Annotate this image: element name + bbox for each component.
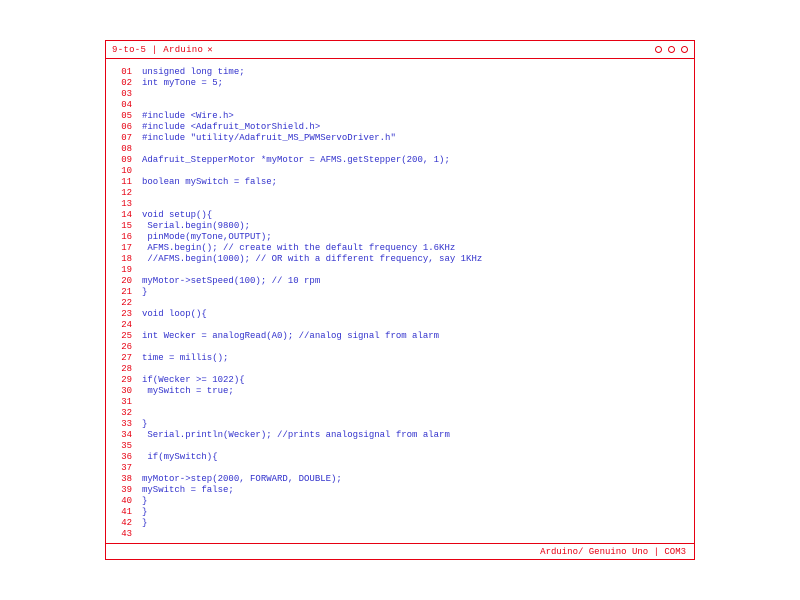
window-controls	[655, 46, 688, 53]
close-dot-icon[interactable]	[681, 46, 688, 53]
titlebar: 9-to-5 | Arduino ✕	[106, 41, 694, 59]
board-port-status: Arduino/ Genuino Uno | COM3	[540, 547, 686, 557]
close-icon[interactable]: ✕	[207, 45, 212, 55]
statusbar: Arduino/ Genuino Uno | COM3	[106, 543, 694, 559]
window-title: 9-to-5 | Arduino	[112, 45, 203, 55]
line-number-gutter: 01 02 03 04 05 06 07 08 09 10 11 12 13 1…	[116, 67, 142, 539]
editor-area[interactable]: 01 02 03 04 05 06 07 08 09 10 11 12 13 1…	[106, 59, 694, 543]
code-content[interactable]: unsigned long time; int myTone = 5; #inc…	[142, 67, 684, 539]
minimize-icon[interactable]	[655, 46, 662, 53]
title-left-group: 9-to-5 | Arduino ✕	[112, 45, 213, 55]
maximize-icon[interactable]	[668, 46, 675, 53]
ide-window: 9-to-5 | Arduino ✕ 01 02 03 04 05 06 07 …	[105, 40, 695, 560]
